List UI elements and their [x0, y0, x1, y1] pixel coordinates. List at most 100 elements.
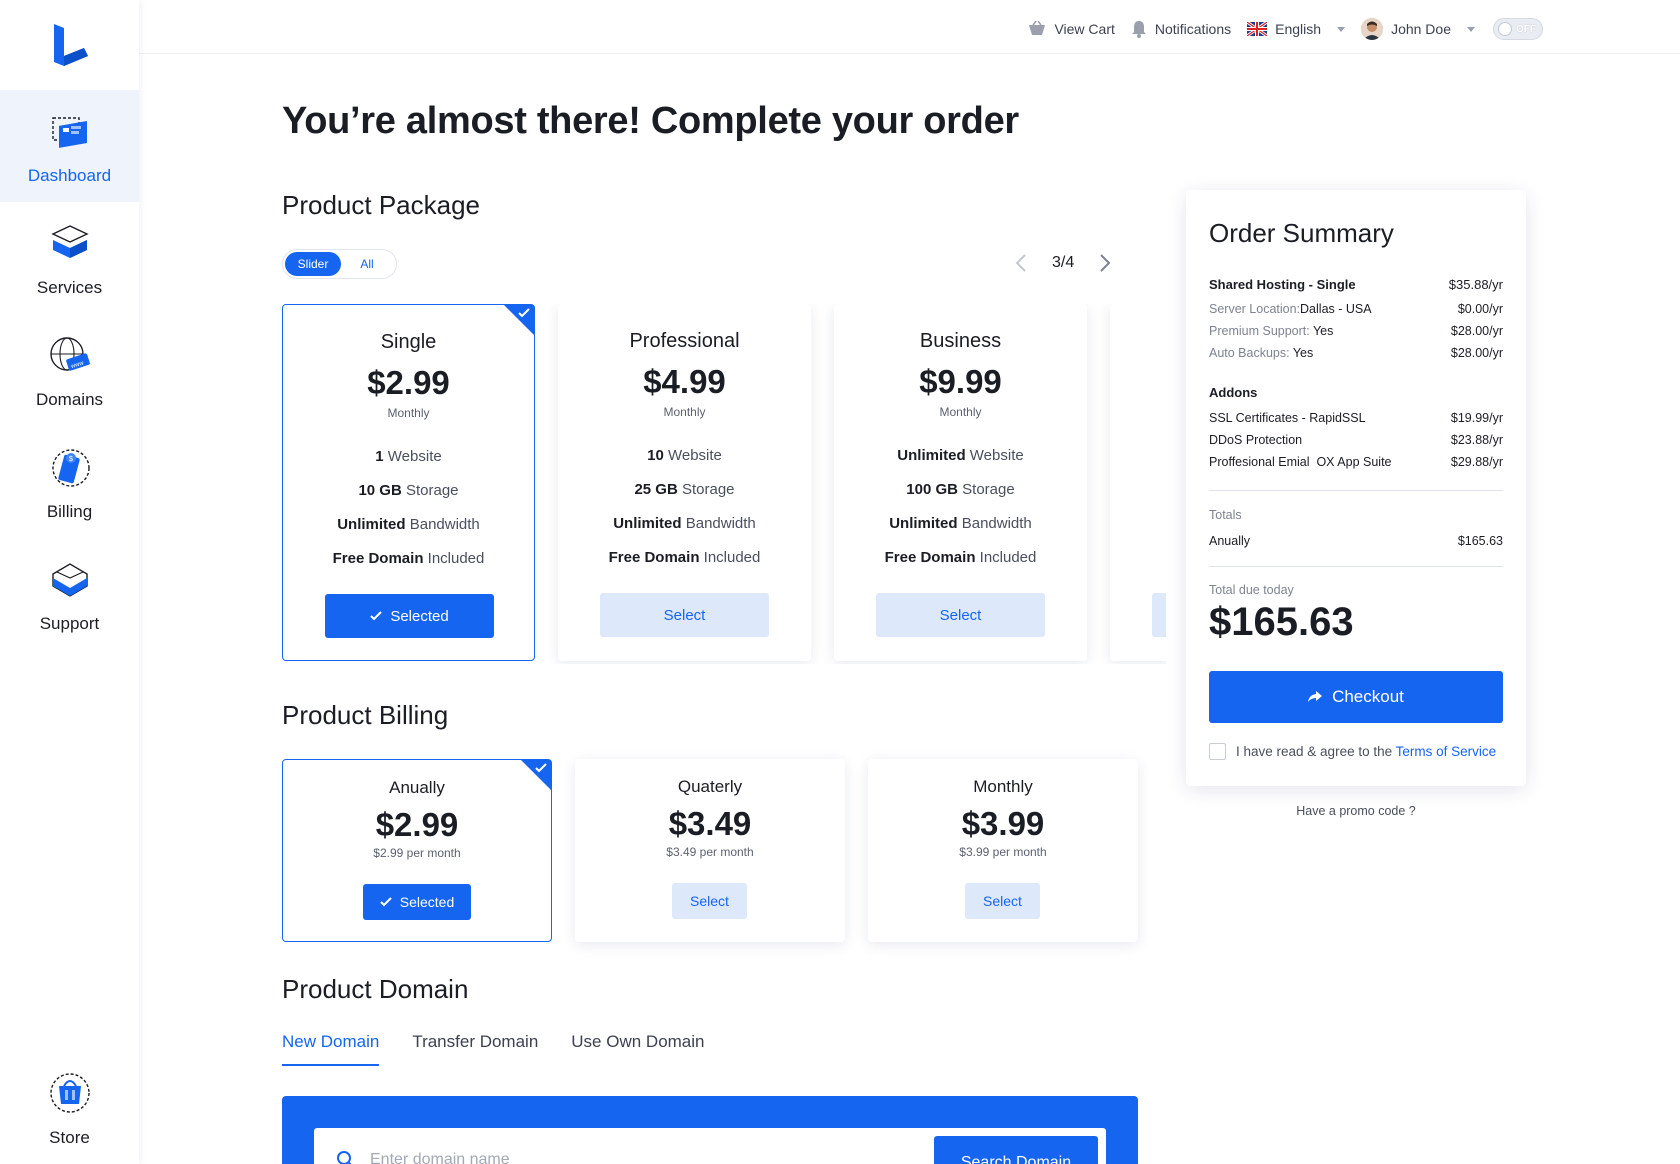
section-title-domain: Product Domain — [282, 974, 469, 1004]
package-feature: 10 GB Storage — [358, 482, 459, 499]
package-feature: Unlimited Bandwidth — [613, 515, 756, 532]
divider — [1209, 566, 1503, 567]
billing-card-monthly[interactable]: Monthly $3.99 $3.99 per month Select — [868, 759, 1138, 942]
package-price: $4.99 — [643, 363, 726, 400]
search-icon — [337, 1151, 352, 1164]
button-label: Checkout — [1332, 687, 1404, 706]
summary-product-label: Shared Hosting - Single — [1209, 277, 1356, 292]
pager-label: 3/4 — [1052, 254, 1075, 271]
tab-transfer-domain[interactable]: Transfer Domain — [412, 1032, 538, 1066]
sidebar-item-store[interactable]: Store — [0, 1052, 139, 1164]
total-due-value: $165.63 — [1209, 600, 1354, 644]
sidebar-item-support[interactable]: Support — [0, 538, 139, 650]
total-due-label: Total due today — [1209, 583, 1294, 597]
package-feature: Unlimited Bandwidth — [337, 516, 480, 533]
package-card-business[interactable]: Business $9.99 Monthly Unlimited Website… — [834, 304, 1087, 661]
summary-product-price: $35.88/yr — [1448, 277, 1503, 292]
domain-search-panel: Search Domain — [282, 1096, 1138, 1164]
package-pager: 3/4 — [1010, 252, 1116, 274]
chevron-right-icon[interactable] — [1094, 252, 1116, 274]
billing-card-anually[interactable]: Anually $2.99 $2.99 per month Selected — [282, 759, 552, 942]
search-domain-button[interactable]: Search Domain — [934, 1136, 1098, 1164]
checkout-button[interactable]: Checkout — [1209, 671, 1503, 723]
billing-select-button[interactable]: Select — [965, 883, 1040, 919]
slider-view-button[interactable]: Slider — [285, 252, 341, 276]
check-icon — [535, 763, 547, 773]
support-icon — [51, 563, 88, 597]
cart-icon — [1029, 21, 1046, 35]
tab-new-domain[interactable]: New Domain — [282, 1032, 380, 1066]
summary-addon-row: DDoS Protection $23.88/yr — [1209, 433, 1503, 447]
sidebar-item-services[interactable]: Services — [0, 202, 139, 314]
svg-text:$: $ — [69, 456, 73, 463]
package-period: Monthly — [387, 406, 430, 420]
store-icon — [49, 1073, 90, 1113]
sidebar: Dashboard Services www Domains $ Billing — [0, 0, 139, 1164]
package-card-single[interactable]: Single $2.99 Monthly 1 Website 10 GB Sto… — [282, 304, 535, 661]
billing-price: $3.49 — [668, 805, 752, 842]
view-cart-link[interactable]: View Cart — [1028, 21, 1115, 37]
summary-detail-row: Premium Support: Yes $28.00/yr — [1209, 324, 1503, 338]
package-feature: 10 Website — [647, 447, 722, 464]
summary-detail-row: Auto Backups: Yes $28.00/yr — [1209, 346, 1503, 360]
chevron-left-icon[interactable] — [1010, 252, 1032, 274]
dashboard-icon — [51, 117, 87, 148]
totals-row: Anually $165.63 — [1209, 534, 1503, 548]
package-feature: Unlimited Bandwidth — [889, 515, 1032, 532]
brand-logo-icon[interactable] — [50, 22, 90, 68]
billing-price: $2.99 — [375, 806, 459, 843]
sidebar-item-domains[interactable]: www Domains — [0, 314, 139, 426]
terms-of-service-link[interactable]: Terms of Service — [1396, 744, 1497, 759]
sidebar-item-label: Dashboard — [27, 166, 112, 185]
terms-checkbox[interactable] — [1209, 743, 1226, 760]
arrow-forward-icon — [1308, 691, 1323, 702]
button-label: Selected — [390, 607, 449, 625]
package-feature: 1 Website — [375, 448, 442, 465]
package-card-professional[interactable]: Professional $4.99 Monthly 10 Website 25… — [558, 304, 811, 661]
package-name: Single — [380, 331, 437, 353]
package-name: Business — [919, 330, 1002, 352]
avatar — [1361, 18, 1384, 40]
check-icon — [380, 897, 392, 907]
notifications-link[interactable]: Notifications — [1131, 20, 1231, 38]
billing-select-button[interactable]: Select — [672, 883, 747, 919]
sidebar-item-billing[interactable]: $ Billing — [0, 426, 139, 538]
billing-name: Anually — [389, 778, 445, 797]
package-selected-button[interactable]: Selected — [325, 594, 494, 638]
package-select-button[interactable]: Select — [876, 593, 1045, 637]
all-view-button[interactable]: All — [341, 252, 393, 276]
toggle-label: OFF — [1516, 23, 1536, 35]
sidebar-item-label: Billing — [46, 502, 93, 521]
notifications-label: Notifications — [1154, 21, 1232, 37]
billing-selected-button[interactable]: Selected — [363, 884, 471, 920]
chevron-down-icon — [1467, 26, 1475, 32]
section-title-package: Product Package — [282, 190, 481, 220]
package-select-button[interactable] — [1152, 593, 1166, 637]
terms-text: I have read & agree to the — [1236, 744, 1393, 759]
billing-card-quaterly[interactable]: Quaterly $3.49 $3.49 per month Select — [575, 759, 845, 942]
package-select-button[interactable]: Select — [600, 593, 769, 637]
sidebar-item-label: Support — [39, 614, 100, 633]
view-cart-label: View Cart — [1054, 21, 1115, 37]
theme-toggle[interactable]: OFF — [1493, 18, 1543, 40]
user-menu[interactable]: John Doe — [1361, 18, 1475, 40]
bell-icon — [1131, 21, 1146, 38]
tab-use-own-domain[interactable]: Use Own Domain — [571, 1032, 704, 1066]
package-feature: 25 GB Storage — [634, 481, 735, 498]
check-icon — [518, 308, 530, 318]
language-selector[interactable]: English — [1247, 21, 1346, 37]
sidebar-item-label: Store — [49, 1128, 90, 1147]
billing-per-month: $2.99 per month — [373, 846, 461, 860]
sidebar-item-dashboard[interactable]: Dashboard — [0, 90, 139, 202]
order-summary-title: Order Summary — [1209, 218, 1394, 248]
domain-search-input[interactable] — [370, 1144, 910, 1164]
package-feature: Unlimited Website — [897, 447, 1024, 464]
package-card-partial[interactable] — [1110, 304, 1166, 661]
domain-tabs: New Domain Transfer Domain Use Own Domai… — [282, 1032, 705, 1066]
user-name: John Doe — [1391, 21, 1451, 37]
check-icon — [370, 611, 383, 621]
button-label: Selected — [399, 894, 455, 910]
package-period: Monthly — [939, 405, 982, 419]
promo-code-link[interactable]: Have a promo code ? — [1186, 804, 1526, 818]
summary-detail-row: Server Location:Dallas - USA $0.00/yr — [1209, 302, 1503, 316]
